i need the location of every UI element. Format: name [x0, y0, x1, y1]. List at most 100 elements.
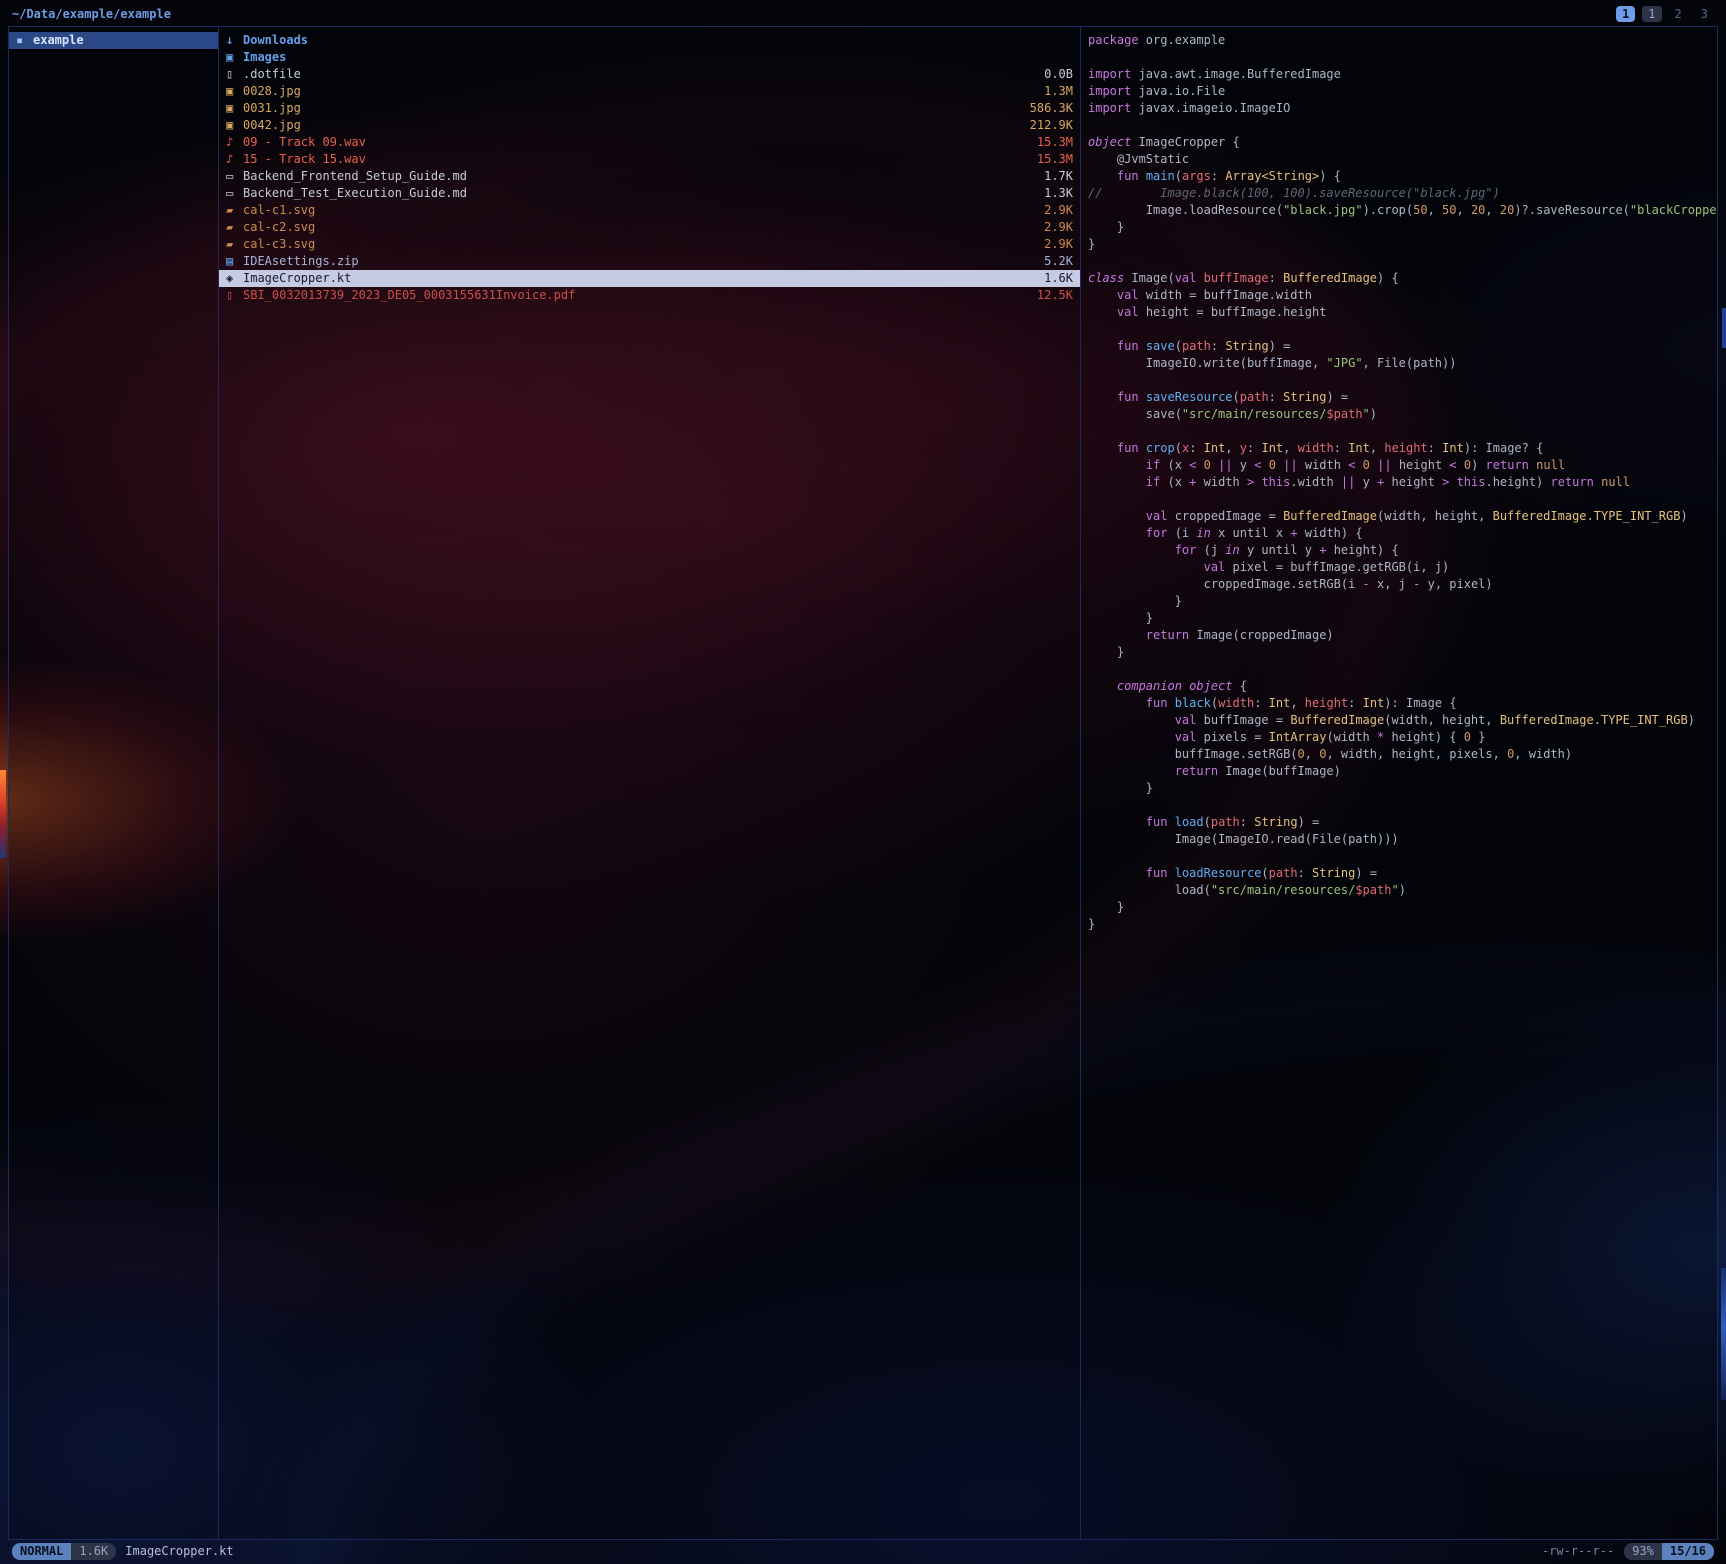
file-row[interactable]: ▣0031.jpg586.3K — [219, 100, 1080, 117]
code-line: buffImage.setRGB(0, 0, width, height, pi… — [1088, 746, 1717, 763]
file-row[interactable]: ◈ImageCropper.kt 1.6K — [219, 270, 1080, 287]
zip-file-icon: ▤ — [226, 253, 243, 270]
dir-name: example — [33, 32, 211, 49]
file-row[interactable]: ▰cal-c1.svg 2.9K — [219, 202, 1080, 219]
image-file-icon: ▣ — [226, 117, 243, 134]
kotlin-file-icon: ◈ — [226, 270, 243, 287]
code-line: object ImageCropper { — [1088, 134, 1717, 151]
code-line: val pixels = IntArray(width * height) { … — [1088, 729, 1717, 746]
code-line: for (i in x until x + width) { — [1088, 525, 1717, 542]
code-line — [1088, 253, 1717, 270]
code-line: croppedImage.setRGB(i - x, j - y, pixel) — [1088, 576, 1717, 593]
code-line: if (x + width > this.width || y + height… — [1088, 474, 1717, 491]
file-row[interactable]: ▣0042.jpg 212.9K — [219, 117, 1080, 134]
file-name: Images — [243, 49, 1065, 66]
svg-file-icon: ▰ — [226, 202, 243, 219]
file-row[interactable]: ▰cal-c3.svg2.9K — [219, 236, 1080, 253]
file-row[interactable]: ▰cal-c2.svg2.9K — [219, 219, 1080, 236]
preview-pane[interactable]: package org.example import java.awt.imag… — [1081, 27, 1717, 1539]
mode-indicator: NORMAL — [12, 1543, 71, 1560]
code-line: fun crop(x: Int, y: Int, width: Int, hei… — [1088, 440, 1717, 457]
code-line — [1088, 423, 1717, 440]
file-list-pane[interactable]: ↓Downloads▣Images▯.dotfile0.0B▣0028.jpg1… — [219, 27, 1081, 1539]
code-line: fun saveResource(path: String) = — [1088, 389, 1717, 406]
svg-file-icon: ▰ — [226, 236, 243, 253]
file-size: 212.9K — [1030, 117, 1073, 134]
file-size: 0.0B — [1044, 66, 1073, 83]
file-row[interactable]: ▯.dotfile0.0B — [219, 66, 1080, 83]
breadcrumb: ~/Data/example/example — [12, 7, 171, 21]
code-line: val width = buffImage.width — [1088, 287, 1717, 304]
file-name: cal-c1.svg — [243, 202, 1036, 219]
file-name: Backend_Frontend_Setup_Guide.md — [243, 168, 1036, 185]
code-line — [1088, 797, 1717, 814]
code-line: } — [1088, 916, 1717, 933]
tab-3[interactable]: 2 — [1669, 6, 1688, 22]
tab-2[interactable]: 1 — [1642, 6, 1661, 22]
code-line: val buffImage = BufferedImage(width, hei… — [1088, 712, 1717, 729]
code-line: for (j in y until y + height) { — [1088, 542, 1717, 559]
status-filename: ImageCropper.kt — [125, 1544, 233, 1558]
pdf-file-icon: ▯ — [226, 287, 243, 304]
status-left: NORMAL 1.6K ImageCropper.kt — [12, 1543, 234, 1560]
file-size: 15.3M — [1037, 134, 1073, 151]
code-line: } — [1088, 780, 1717, 797]
code-line: val croppedImage = BufferedImage(width, … — [1088, 508, 1717, 525]
file-name: Backend_Test_Execution_Guide.md — [243, 185, 1036, 202]
status-right: -rw-r--r-- 93% 15/16 — [1542, 1543, 1714, 1560]
file-row[interactable]: ♪09 - Track 09.wav15.3M — [219, 134, 1080, 151]
code-line: load("src/main/resources/$path") — [1088, 882, 1717, 899]
code-line: val height = buffImage.height — [1088, 304, 1717, 321]
file-name: 15 - Track 15.wav — [243, 151, 1029, 168]
code-line: package org.example — [1088, 32, 1717, 49]
file-name: cal-c2.svg — [243, 219, 1036, 236]
file-row[interactable]: ▣0028.jpg1.3M — [219, 83, 1080, 100]
cursor-position: 15/16 — [1662, 1543, 1714, 1560]
code-line: } — [1088, 610, 1717, 627]
file-size: 1.3K — [1044, 185, 1073, 202]
tab-1[interactable]: 1 — [1616, 6, 1635, 22]
audio-file-icon: ♪ — [226, 151, 243, 168]
images-folder-icon: ▣ — [226, 49, 243, 66]
file-size: 1.6K — [1044, 270, 1073, 287]
file-name: 09 - Track 09.wav — [243, 134, 1029, 151]
file-size: 586.3K — [1030, 100, 1073, 117]
code-line — [1088, 848, 1717, 865]
file-row[interactable]: ↓Downloads — [219, 32, 1080, 49]
file-size: 15.3M — [1037, 151, 1073, 168]
code-line: } — [1088, 219, 1717, 236]
file-name: SBI_0032013739_2023_DE05_0003155631Invoi… — [243, 287, 1029, 304]
yazi-file-manager: ~/Data/example/example 1123 ▪example ↓Do… — [0, 0, 1726, 1564]
parent-dir-item[interactable]: ▪example — [9, 32, 218, 49]
image-file-icon: ▣ — [226, 83, 243, 100]
file-row[interactable]: ♪15 - Track 15.wav 15.3M — [219, 151, 1080, 168]
code-line — [1088, 117, 1717, 134]
code-line: return Image(buffImage) — [1088, 763, 1717, 780]
folder-icon: ▪ — [16, 32, 33, 49]
file-row[interactable]: ▤IDEAsettings.zip5.2K — [219, 253, 1080, 270]
status-bar: NORMAL 1.6K ImageCropper.kt -rw-r--r-- 9… — [8, 1540, 1718, 1562]
code-line: fun main(args: Array<String>) { — [1088, 168, 1717, 185]
file-size: 1.3M — [1044, 83, 1073, 100]
code-line: import java.awt.image.BufferedImage — [1088, 66, 1717, 83]
file-name: 0031.jpg — [243, 100, 1022, 117]
pane-area: ▪example ↓Downloads▣Images▯.dotfile0.0B▣… — [8, 26, 1718, 1540]
scroll-percentage: 93% — [1624, 1543, 1662, 1560]
code-line — [1088, 491, 1717, 508]
file-name: ImageCropper.kt — [243, 270, 1036, 287]
file-name: 0042.jpg — [243, 117, 1022, 134]
code-line: fun loadResource(path: String) = — [1088, 865, 1717, 882]
file-name: Downloads — [243, 32, 1065, 49]
file-size: 5.2K — [1044, 253, 1073, 270]
file-row[interactable]: ▭Backend_Test_Execution_Guide.md1.3K — [219, 185, 1080, 202]
file-row[interactable]: ▣Images — [219, 49, 1080, 66]
parent-pane[interactable]: ▪example — [9, 27, 219, 1539]
file-row[interactable]: ▯SBI_0032013739_2023_DE05_0003155631Invo… — [219, 287, 1080, 304]
file-size: 2.9K — [1044, 202, 1073, 219]
code-line — [1088, 661, 1717, 678]
tab-bar: 1123 — [1609, 6, 1714, 22]
svg-file-icon: ▰ — [226, 219, 243, 236]
file-row[interactable]: ▭Backend_Frontend_Setup_Guide.md1.7K — [219, 168, 1080, 185]
code-line: } — [1088, 899, 1717, 916]
tab-4[interactable]: 3 — [1695, 6, 1714, 22]
